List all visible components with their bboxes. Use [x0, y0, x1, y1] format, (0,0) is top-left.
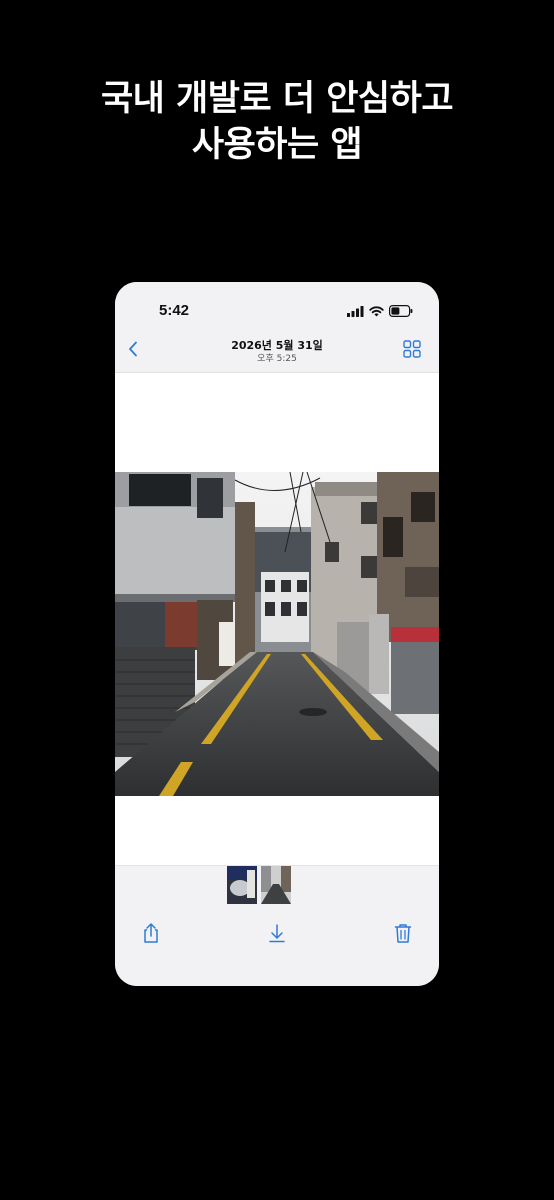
- photo-viewer[interactable]: [115, 373, 439, 865]
- status-time: 5:42: [159, 302, 190, 319]
- thumbnail-image: [261, 866, 291, 904]
- nav-subtitle: 오후 5:25: [257, 354, 297, 364]
- thumbnail-strip: [227, 866, 291, 904]
- download-button[interactable]: [266, 922, 288, 944]
- wifi-icon: [369, 305, 384, 316]
- promo-headline: 국내 개발로 더 안심하고 사용하는 앱: [0, 76, 554, 168]
- battery-icon: [389, 305, 413, 317]
- nav-title-group: 2026년 5월 31일 오후 5:25: [175, 339, 379, 365]
- bottom-toolbar: [115, 865, 439, 986]
- share-button[interactable]: [140, 922, 162, 944]
- grid-view-button[interactable]: [403, 340, 421, 358]
- phone-screen: 5:42 2026년 5월 31일 오후 5:25: [115, 282, 439, 986]
- street-alley-photo: [115, 472, 439, 796]
- thumbnail-image: [227, 866, 257, 904]
- trash-icon: [394, 924, 412, 943]
- share-icon: [144, 923, 158, 943]
- back-button[interactable]: [123, 336, 143, 362]
- grid-icon: [403, 340, 421, 358]
- cellular-signal-icon: [347, 305, 364, 317]
- nav-title: 2026년 5월 31일: [231, 339, 323, 352]
- chevron-left-icon: [129, 341, 137, 357]
- street-scene-image: [115, 472, 439, 796]
- thumbnail-item[interactable]: [227, 866, 257, 904]
- status-bar: 5:42: [115, 282, 439, 326]
- thumbnail-item-selected[interactable]: [261, 866, 291, 904]
- download-icon: [269, 924, 285, 943]
- headline-line-2: 사용하는 앱: [191, 125, 363, 165]
- headline-line-1: 국내 개발로 더 안심하고: [100, 79, 454, 119]
- navigation-bar: 2026년 5월 31일 오후 5:25: [115, 326, 439, 373]
- status-icons: [347, 304, 413, 318]
- delete-button[interactable]: [392, 922, 414, 944]
